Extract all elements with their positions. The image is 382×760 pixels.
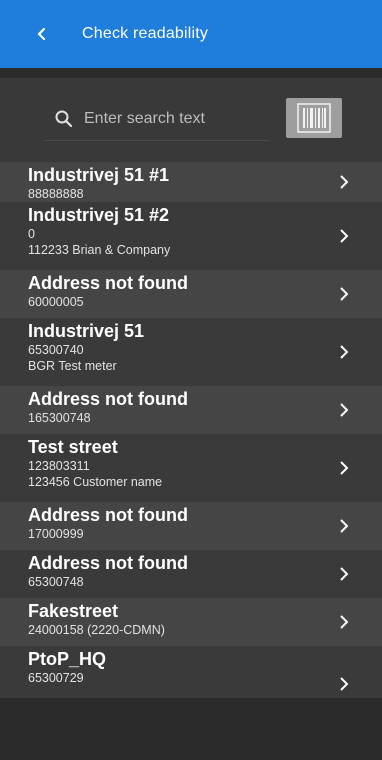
search-input[interactable]	[84, 110, 264, 128]
address-list: Industrivej 51 #1 88888888 Industrivej 5…	[0, 162, 382, 698]
list-item-title: Address not found	[28, 505, 188, 525]
list-item[interactable]: Industrivej 51 #2 0 112233 Brian & Compa…	[0, 202, 382, 270]
list-item-customer: 112233 Brian & Company	[28, 243, 171, 257]
search-icon	[55, 110, 73, 128]
list-item-title: PtoP_HQ	[28, 649, 107, 669]
chevron-right-icon	[340, 615, 349, 629]
chevron-right-icon	[340, 403, 349, 417]
list-item-subtitle: 65300729	[28, 671, 84, 685]
list-item-title: Address not found	[28, 273, 188, 293]
list-item-title: Industrivej 51 #2	[28, 205, 170, 225]
list-item-subtitle: 0	[28, 227, 35, 241]
chevron-right-icon	[340, 229, 349, 243]
list-item-subtitle: 24000158 (2220-CDMN)	[28, 623, 165, 637]
list-item-subtitle: 123803311	[28, 459, 90, 473]
chevron-right-icon	[340, 567, 349, 581]
list-item-subtitle: 60000005	[28, 295, 84, 309]
chevron-right-icon	[340, 519, 349, 533]
list-item-title: Test street	[28, 437, 118, 457]
chevron-right-icon	[340, 345, 349, 359]
chevron-right-icon	[340, 175, 349, 189]
back-button[interactable]	[28, 20, 56, 48]
list-item[interactable]: Address not found 165300748	[0, 386, 382, 434]
list-item-customer: BGR Test meter	[28, 359, 117, 373]
list-item-title: Fakestreet	[28, 601, 119, 621]
app-bar: Check readability	[0, 0, 382, 68]
list-item-subtitle: 17000999	[28, 527, 84, 541]
list-item-subtitle: 65300740	[28, 343, 84, 357]
list-item[interactable]: Address not found 65300748	[0, 550, 382, 598]
list-item[interactable]: Address not found 60000005	[0, 270, 382, 318]
chevron-right-icon	[340, 677, 349, 691]
list-item[interactable]: Fakestreet 24000158 (2220-CDMN)	[0, 598, 382, 646]
list-item-title: Address not found	[28, 553, 188, 573]
search-field[interactable]	[44, 98, 269, 141]
search-bar	[0, 78, 382, 162]
list-item-title: Industrivej 51 #1	[28, 165, 170, 185]
list-item-subtitle: 65300748	[28, 575, 84, 589]
list-item[interactable]: Industrivej 51 #1 88888888	[0, 162, 382, 202]
list-item-title: Address not found	[28, 389, 188, 409]
page-title: Check readability	[82, 25, 209, 42]
barcode-icon	[297, 103, 331, 133]
chevron-right-icon	[340, 461, 349, 475]
chevron-right-icon	[340, 287, 349, 301]
list-item-subtitle: 165300748	[28, 411, 91, 425]
list-item[interactable]: PtoP_HQ 65300729	[0, 646, 382, 698]
list-item[interactable]: Test street 123803311 123456 Customer na…	[0, 434, 382, 502]
list-item-title: Industrivej 51	[28, 321, 145, 341]
list-item-subtitle: 88888888	[28, 187, 84, 201]
chevron-left-icon	[37, 27, 46, 41]
list-item-customer: 123456 Customer name	[28, 475, 163, 489]
list-item[interactable]: Industrivej 51 65300740 BGR Test meter	[0, 318, 382, 386]
barcode-scan-button[interactable]	[286, 98, 342, 138]
list-item[interactable]: Address not found 17000999	[0, 502, 382, 550]
